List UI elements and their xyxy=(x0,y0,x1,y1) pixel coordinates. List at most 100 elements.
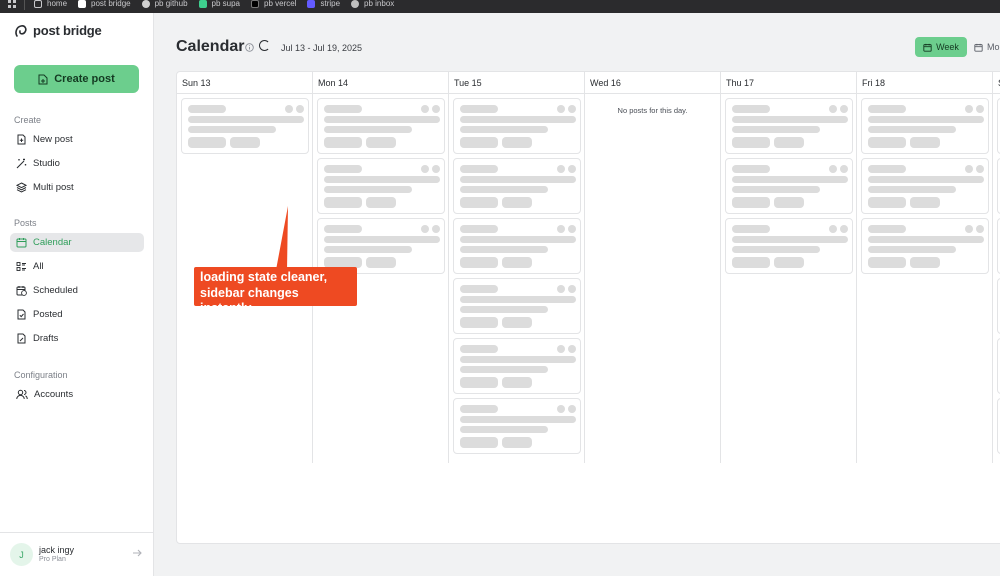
sidebar-item-posted[interactable]: Posted xyxy=(10,305,144,324)
bookmark-pb-vercel[interactable]: pb vercel xyxy=(251,0,296,8)
users-icon xyxy=(16,389,28,400)
skeleton-placeholder xyxy=(324,137,362,148)
skeleton-placeholder xyxy=(502,137,532,148)
skeleton-placeholder xyxy=(324,165,362,173)
bookmark-stripe[interactable]: stripe xyxy=(307,0,340,8)
skeleton-placeholder xyxy=(188,137,226,148)
sidebar-item-multi-post[interactable]: Multi post xyxy=(10,178,144,197)
loading-spinner-icon xyxy=(259,40,270,51)
skeleton-placeholder xyxy=(460,426,548,433)
bookmark-pb-supa[interactable]: pb supa xyxy=(198,0,240,8)
sidebar-item-scheduled[interactable]: Scheduled xyxy=(10,281,144,300)
sidebar-item-accounts[interactable]: Accounts xyxy=(10,385,144,404)
skeleton-placeholder xyxy=(230,137,260,148)
page-title: Calendar xyxy=(176,38,245,55)
skeleton-placeholder xyxy=(460,126,548,133)
bookmark-pb-inbox[interactable]: pb inbox xyxy=(351,0,394,8)
calendar-icon xyxy=(16,238,27,248)
day-column[interactable]: Tue 15 xyxy=(449,72,585,463)
skeleton-placeholder xyxy=(965,105,973,113)
post-bridge-favicon-icon xyxy=(78,0,87,8)
apps-grid-icon[interactable] xyxy=(8,0,16,8)
skeleton-post-card xyxy=(861,98,989,154)
day-column[interactable]: Wed 16 No posts for this day. xyxy=(585,72,721,463)
day-header: Sun 13 xyxy=(177,72,312,94)
skeleton-post-card xyxy=(861,158,989,214)
skeleton-placeholder xyxy=(557,105,565,113)
skeleton-placeholder xyxy=(460,345,498,353)
bookmarks-bar: home post bridge pb github pb supa pb ve… xyxy=(0,0,1000,13)
bookmark-post-bridge[interactable]: post bridge xyxy=(78,0,131,8)
skeleton-placeholder xyxy=(324,176,440,183)
skeleton-placeholder xyxy=(188,126,276,133)
callout-pointer xyxy=(276,206,288,270)
sidebar-item-calendar[interactable]: Calendar xyxy=(10,233,144,252)
skeleton-placeholder xyxy=(460,317,498,328)
sidebar-item-studio[interactable]: Studio xyxy=(10,154,144,173)
sidebar-item-all[interactable]: All xyxy=(10,257,144,276)
github-icon xyxy=(141,0,150,8)
skeleton-post-card xyxy=(453,338,581,394)
skeleton-placeholder xyxy=(460,186,548,193)
skeleton-placeholder xyxy=(460,405,498,413)
skeleton-placeholder xyxy=(296,105,304,113)
annotation-line-1: loading state cleaner, xyxy=(200,270,328,284)
skeleton-placeholder xyxy=(460,105,498,113)
user-name: jack ingy xyxy=(39,544,75,555)
skeleton-placeholder xyxy=(732,137,770,148)
bookmark-home[interactable]: home xyxy=(34,0,67,8)
skeleton-post-card xyxy=(317,158,445,214)
skeleton-post-card xyxy=(725,98,853,154)
skeleton-placeholder xyxy=(840,165,848,173)
view-week-button[interactable]: Week xyxy=(915,37,967,57)
new-post-icon xyxy=(17,134,26,145)
info-icon[interactable] xyxy=(245,43,254,52)
skeleton-post-card xyxy=(453,278,581,334)
bookmark-pb-github[interactable]: pb github xyxy=(141,0,188,8)
skeleton-placeholder xyxy=(460,246,548,253)
sidebar-item-drafts[interactable]: Drafts xyxy=(10,329,144,348)
wand-icon xyxy=(16,158,27,169)
skeleton-placeholder xyxy=(868,197,906,208)
skeleton-placeholder xyxy=(324,225,362,233)
skeleton-placeholder xyxy=(502,377,532,388)
skeleton-placeholder xyxy=(732,176,848,183)
skeleton-placeholder xyxy=(568,285,576,293)
view-month-button[interactable]: Mo xyxy=(970,37,1000,57)
create-post-label: Create post xyxy=(54,73,115,85)
skeleton-placeholder xyxy=(568,165,576,173)
stripe-icon xyxy=(307,0,316,8)
skeleton-placeholder xyxy=(774,137,804,148)
skeleton-placeholder xyxy=(976,165,984,173)
skeleton-placeholder xyxy=(868,116,984,123)
skeleton-placeholder xyxy=(460,296,576,303)
skeleton-placeholder xyxy=(460,377,498,388)
skeleton-placeholder xyxy=(774,257,804,268)
draft-icon xyxy=(17,333,26,344)
brand-logo[interactable]: post bridge xyxy=(14,23,102,38)
supabase-icon xyxy=(198,0,207,8)
skeleton-placeholder xyxy=(732,197,770,208)
sidebar-item-new-post[interactable]: New post xyxy=(10,130,144,149)
skeleton-placeholder xyxy=(732,246,820,253)
skeleton-placeholder xyxy=(557,345,565,353)
arrow-right-icon[interactable] xyxy=(132,548,142,558)
skeleton-post-card xyxy=(725,218,853,274)
skeleton-placeholder xyxy=(421,105,429,113)
skeleton-placeholder xyxy=(188,105,226,113)
skeleton-placeholder xyxy=(557,225,565,233)
skeleton-placeholder xyxy=(910,197,940,208)
skeleton-placeholder xyxy=(568,405,576,413)
annotation-line-2: sidebar changes instantly xyxy=(200,285,299,316)
user-profile[interactable]: J jack ingy Pro Plan xyxy=(0,532,153,576)
create-post-button[interactable]: Create post xyxy=(14,65,139,93)
skeleton-placeholder xyxy=(910,137,940,148)
skeleton-placeholder xyxy=(868,186,956,193)
day-column[interactable]: S xyxy=(993,72,1000,463)
skeleton-placeholder xyxy=(829,225,837,233)
day-column[interactable]: Fri 18 xyxy=(857,72,993,463)
sidebar-item-label: Multi post xyxy=(33,182,74,193)
day-column[interactable]: Thu 17 xyxy=(721,72,857,463)
skeleton-placeholder xyxy=(324,116,440,123)
sidebar: post bridge Create post Create New post … xyxy=(0,13,154,576)
